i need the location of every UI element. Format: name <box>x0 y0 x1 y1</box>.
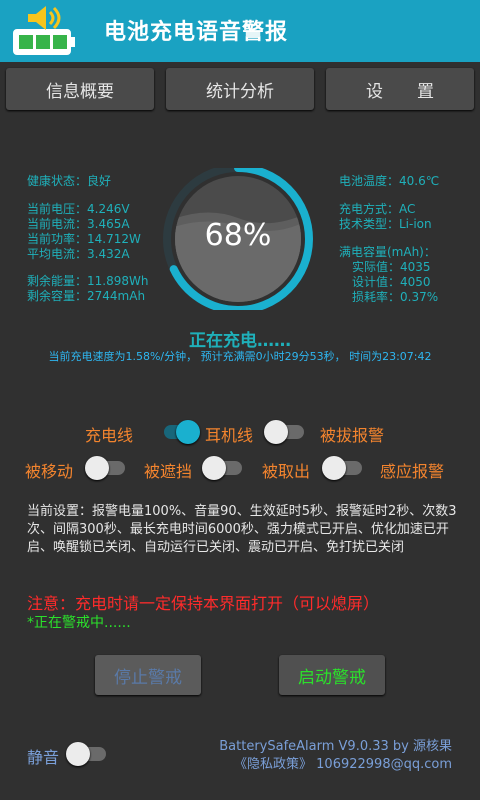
remaining-capacity: 剩余容量：2744mAh <box>27 289 146 303</box>
battery-percent: 68% <box>204 218 272 253</box>
sensor-alarm-label: 感应报警 <box>380 462 445 481</box>
moved-toggle[interactable] <box>85 455 129 480</box>
stop-guard-button[interactable]: 停止警戒 <box>95 655 201 695</box>
capacity-design: 设计值：4050 <box>352 275 431 289</box>
covered-label: 被遮挡 <box>144 462 193 481</box>
guard-status: *正在警戒中...... <box>27 615 131 631</box>
full-capacity-label: 满电容量(mAh)： <box>339 245 436 259</box>
app-header: 电池充电语音警报 <box>0 0 480 62</box>
mute-toggle[interactable] <box>66 741 110 766</box>
current-voltage: 当前电压：4.246V <box>27 202 130 216</box>
wear-rate: 损耗率：0.37% <box>352 290 439 304</box>
removed-toggle[interactable] <box>322 455 366 480</box>
current-current: 当前电流：3.465A <box>27 217 130 231</box>
battery-temperature: 电池温度：40.6℃ <box>339 174 440 188</box>
version-text: BatterySafeAlarm V9.0.33 by 源核果 <box>219 739 452 754</box>
tab-bar: 信息概要 统计分析 设 置 <box>0 68 480 112</box>
capacity-actual: 实际值：4035 <box>352 260 431 274</box>
remaining-energy: 剩余能量：11.898Wh <box>27 274 149 288</box>
tab-overview[interactable]: 信息概要 <box>6 68 154 110</box>
charge-method: 充电方式：AC <box>339 202 416 216</box>
charge-line-label: 充电线 <box>85 426 134 445</box>
removed-label: 被取出 <box>262 462 311 481</box>
tech-type: 技术类型：Li-ion <box>339 217 432 231</box>
start-guard-button[interactable]: 启动警戒 <box>279 655 385 695</box>
charge-line-toggle[interactable] <box>158 419 202 444</box>
mute-label: 静音 <box>27 748 60 767</box>
battery-speaker-icon <box>13 6 75 55</box>
average-current: 平均电流：3.432A <box>27 247 130 261</box>
charging-speed-info: 当前充电速度为1.58%/分钟， 预计充满需0小时29分53秒， 时间为23:0… <box>48 350 432 363</box>
headphone-line-label: 耳机线 <box>205 426 254 445</box>
health-status: 健康状态：良好 <box>27 174 112 188</box>
footer: BatterySafeAlarm V9.0.33 by 源核果 《隐私政策》 1… <box>219 738 452 774</box>
unplug-alarm-label: 被拔报警 <box>320 426 385 445</box>
current-power: 当前功率：14.712W <box>27 232 141 246</box>
tab-statistics[interactable]: 统计分析 <box>166 68 314 110</box>
covered-toggle[interactable] <box>202 455 246 480</box>
current-settings-text: 当前设置：报警电量100%、音量90、生效延时5秒、报警延时2秒、次数3次、间隔… <box>27 504 457 555</box>
privacy-policy-link[interactable]: 《隐私政策》 106922998@qq.com <box>219 756 452 774</box>
app-title: 电池充电语音警报 <box>104 20 289 45</box>
warning-text: 注意：充电时请一定保持本界面打开（可以熄屏） <box>27 594 380 613</box>
headphone-line-toggle[interactable] <box>264 419 308 444</box>
moved-label: 被移动 <box>25 462 74 481</box>
tab-settings[interactable]: 设 置 <box>326 68 474 110</box>
